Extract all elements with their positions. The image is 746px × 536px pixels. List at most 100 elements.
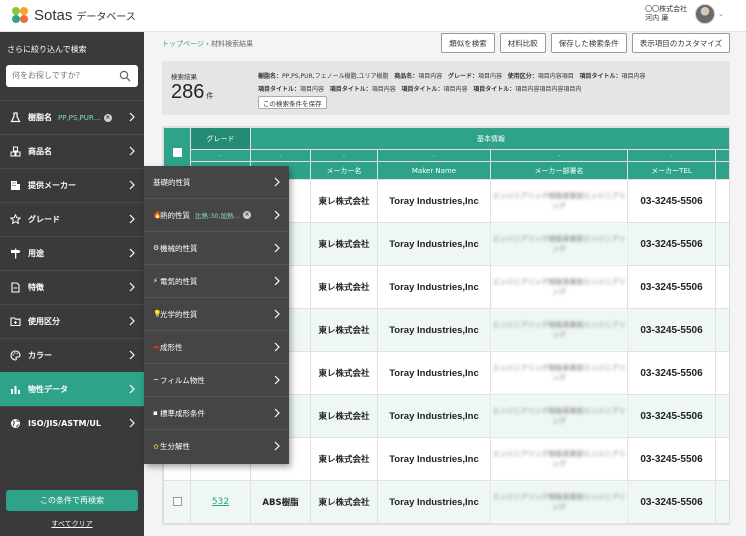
tel-cell: 03-3245-5506 bbox=[627, 179, 716, 223]
tel-cell: 03-3245-5506 bbox=[627, 222, 716, 266]
maker-cell: 東レ株式会社 bbox=[310, 480, 378, 524]
sidebar-item-label: ISO/JIS/ASTM/UL bbox=[28, 419, 101, 428]
maker-en-cell: Toray Industries,Inc bbox=[377, 265, 491, 309]
resin-cell: ABS樹脂 bbox=[250, 480, 311, 524]
light-bulb-icon: 💡 bbox=[153, 310, 162, 318]
result-unit: 件 bbox=[206, 93, 214, 100]
clear-filter-icon[interactable]: × bbox=[103, 113, 112, 122]
maker-en-cell: Toray Industries,Inc bbox=[377, 308, 491, 352]
search-input[interactable] bbox=[12, 71, 112, 80]
sidebar-item-usage[interactable]: 用途 bbox=[0, 236, 144, 270]
sidebar-items: 樹脂名 PP,PS,PUR… × 商品名 提供メーカー グレード 用途 特徴 使… bbox=[0, 100, 144, 440]
column-header-maker-name[interactable]: メーカー名 bbox=[310, 161, 378, 180]
material-compare-button[interactable]: 材料比較 bbox=[499, 33, 546, 53]
row-checkbox[interactable] bbox=[172, 497, 182, 506]
sidebar-item-features[interactable]: 特徴 bbox=[0, 270, 144, 304]
submenu-item-standard-molding-conditions[interactable]: ▪ 標準成形条件 bbox=[144, 397, 289, 430]
condition-value: 項目内容 bbox=[418, 73, 443, 80]
similar-search-button[interactable]: 類似を検索 bbox=[441, 33, 495, 53]
mold-icon: ▬ bbox=[153, 343, 160, 351]
palette-icon bbox=[10, 350, 21, 361]
clear-all-link[interactable]: すべてクリア bbox=[0, 519, 144, 529]
submenu-item-biodegradability[interactable]: ✿ 生分解性 bbox=[144, 430, 289, 463]
condition-key: グレード： bbox=[448, 73, 479, 80]
table-row[interactable]: 532 ABS樹脂 東レ株式会社 Toray Industries,Inc エン… bbox=[163, 480, 729, 524]
sidebar-item-label: グレード bbox=[28, 215, 60, 224]
sidebar-item-standards[interactable]: ISO/JIS/ASTM/UL bbox=[0, 406, 144, 440]
chevron-down-icon[interactable]: ⌄ bbox=[718, 10, 724, 18]
select-all-checkbox[interactable] bbox=[172, 148, 182, 157]
column-header-maker-dept[interactable]: メーカー部署名 bbox=[490, 161, 628, 180]
column-header-maker-name-en[interactable]: Maker Name bbox=[377, 161, 491, 180]
dept-cell: エンジニアリング樹脂事業部エンジニアリング bbox=[490, 179, 628, 223]
user-menu[interactable]: 〇〇株式会社 河内 廉 ⌄ bbox=[645, 4, 724, 24]
column-header-maker-tel[interactable]: メーカーTEL bbox=[627, 161, 716, 180]
sidebar-title: さらに絞り込んで検索 bbox=[7, 45, 87, 54]
lightning-icon: ⚡ bbox=[153, 277, 158, 285]
submenu-item-mechanical-properties[interactable]: ⚙ 機械的性質 bbox=[144, 232, 289, 265]
clear-filter-icon[interactable]: × bbox=[243, 211, 252, 219]
sub-header: - bbox=[627, 149, 716, 162]
sidebar-item-grade[interactable]: グレード bbox=[0, 202, 144, 236]
sidebar-item-color[interactable]: カラー bbox=[0, 338, 144, 372]
property-data-submenu: 基礎的性質 🔥 熱的性質 比熱:30,加熱… × ⚙ 機械的性質 ⚡ 電気的性質… bbox=[144, 166, 289, 464]
sidebar-item-usage-category[interactable]: 使用区分 bbox=[0, 304, 144, 338]
condition-key: 項目タイトル： bbox=[258, 86, 301, 93]
re-search-button[interactable]: この条件で再検索 bbox=[6, 490, 138, 511]
film-icon: ~ bbox=[153, 376, 159, 384]
sidebar-item-property-data[interactable]: 物性データ bbox=[0, 372, 144, 406]
submenu-item-basic-properties[interactable]: 基礎的性質 bbox=[144, 166, 289, 199]
search-icon[interactable] bbox=[119, 70, 131, 82]
submenu-item-label: 基礎的性質 bbox=[153, 177, 191, 187]
dept-cell: エンジニアリング樹脂事業部エンジニアリング bbox=[490, 394, 628, 438]
saved-conditions-button[interactable]: 保存した検索条件 bbox=[550, 33, 627, 53]
logo-icon bbox=[12, 7, 29, 24]
tel-cell: 03-3245-5506 bbox=[627, 394, 716, 438]
chevron-right-icon bbox=[274, 441, 280, 451]
chevron-right-icon bbox=[129, 384, 135, 394]
sidebar-item-label: 用途 bbox=[28, 249, 44, 258]
submenu-item-moldability[interactable]: ▬ 成形性 bbox=[144, 331, 289, 364]
chevron-right-icon bbox=[129, 282, 135, 292]
sidebar-item-label: 物性データ bbox=[28, 385, 68, 394]
folder-icon bbox=[10, 316, 21, 327]
chevron-right-icon bbox=[129, 112, 135, 122]
tel-cell: 03-3245-5506 bbox=[627, 265, 716, 309]
condition-key: 項目タイトル： bbox=[579, 73, 622, 80]
flame-icon: 🔥 bbox=[153, 211, 162, 219]
grade-id-link[interactable]: 532 bbox=[212, 497, 229, 507]
submenu-item-electrical-properties[interactable]: ⚡ 電気的性質 bbox=[144, 265, 289, 298]
submenu-item-optical-properties[interactable]: 💡 光学的性質 bbox=[144, 298, 289, 331]
group-header-basic-info: 基本情報 bbox=[249, 127, 729, 150]
condition-key: 商品名： bbox=[394, 73, 419, 80]
customize-columns-button[interactable]: 表示項目のカスタマイズ bbox=[631, 33, 730, 53]
submenu-item-label: 熱的性質 bbox=[160, 210, 190, 220]
avatar[interactable] bbox=[695, 4, 716, 24]
chevron-right-icon bbox=[274, 243, 280, 253]
result-label: 検索結果 bbox=[171, 73, 197, 81]
gear-icon: ⚙ bbox=[153, 244, 160, 252]
sidebar-item-resin-name[interactable]: 樹脂名 PP,PS,PUR… × bbox=[0, 100, 144, 134]
condition-key: 項目タイトル： bbox=[473, 86, 516, 93]
submenu-item-thermal-properties[interactable]: 🔥 熱的性質 比熱:30,加熱… × bbox=[144, 199, 289, 232]
filter-sidebar: さらに絞り込んで検索 樹脂名 PP,PS,PUR… × 商品名 bbox=[0, 32, 144, 536]
submenu-item-label: 機械的性質 bbox=[160, 243, 198, 253]
logo[interactable]: Sotas データベース bbox=[12, 7, 136, 24]
save-conditions-button[interactable]: この検索条件を保存 bbox=[258, 96, 327, 109]
selected-filter-value: PP,PS,PUR… bbox=[58, 113, 101, 122]
sidebar-item-product-name[interactable]: 商品名 bbox=[0, 134, 144, 168]
flask-icon bbox=[10, 112, 21, 123]
tel-cell: 03-3245-5506 bbox=[627, 351, 716, 395]
breadcrumb-home-link[interactable]: トップページ bbox=[162, 40, 204, 48]
sidebar-item-manufacturer[interactable]: 提供メーカー bbox=[0, 168, 144, 202]
sidebar-item-label: 樹脂名 bbox=[28, 113, 52, 122]
tel-cell: 03-3245-5506 bbox=[627, 480, 716, 524]
submenu-item-film-properties[interactable]: ~ フィルム物性 bbox=[144, 364, 289, 397]
chevron-right-icon bbox=[129, 180, 135, 190]
chevron-right-icon bbox=[274, 177, 280, 187]
condition-value: 項目内容 bbox=[443, 86, 468, 93]
chevron-right-icon bbox=[129, 248, 135, 258]
chevron-right-icon bbox=[274, 210, 280, 220]
maker-en-cell: Toray Industries,Inc bbox=[377, 351, 491, 395]
sidebar-search bbox=[6, 65, 138, 87]
